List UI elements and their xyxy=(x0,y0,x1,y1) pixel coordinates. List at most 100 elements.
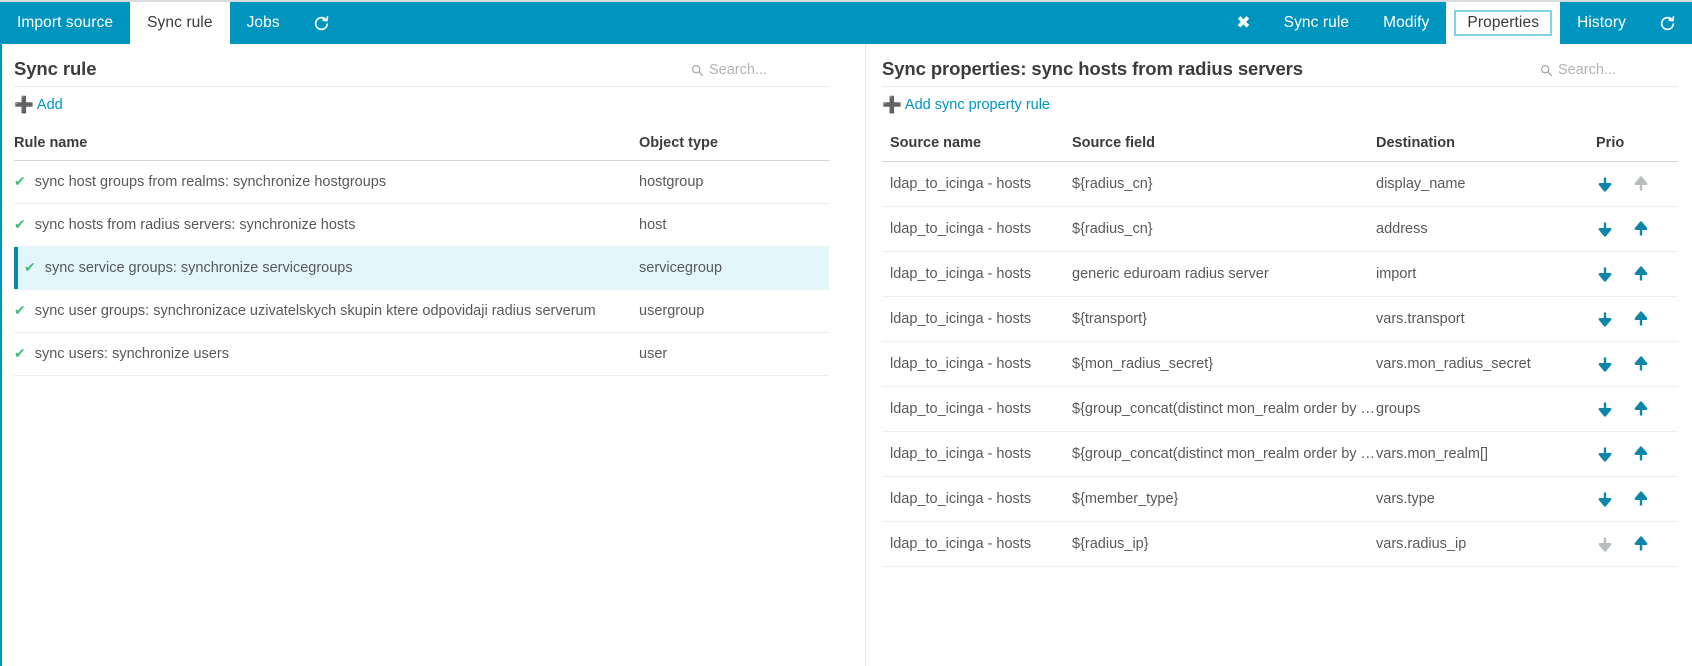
source-field-cell: ${group_concat(distinct mon_realm order … xyxy=(1072,431,1376,478)
prio-cell xyxy=(1596,431,1678,478)
prio-cell xyxy=(1596,161,1678,208)
left-tab-group: Import source Sync rule Jobs xyxy=(0,2,346,44)
source-name-cell: ldap_to_icinga - hosts xyxy=(882,521,1072,568)
move-up-icon[interactable] xyxy=(1632,355,1650,373)
check-icon: ✔ xyxy=(14,174,26,191)
table-row[interactable]: ldap_to_icinga - hosts ${radius_cn} addr… xyxy=(882,206,1678,253)
prio-cell xyxy=(1596,476,1678,523)
source-field-cell: ${mon_radius_secret} xyxy=(1072,341,1376,388)
destination-cell: groups xyxy=(1376,386,1596,433)
table-row[interactable]: ✔ sync hosts from radius servers: synchro… xyxy=(14,203,829,248)
top-navigation-bar: Import source Sync rule Jobs ✖ Sync rule… xyxy=(0,0,1692,44)
table-row[interactable]: ldap_to_icinga - hosts generic eduroam r… xyxy=(882,251,1678,298)
move-down-icon[interactable] xyxy=(1596,175,1614,193)
check-icon: ✔ xyxy=(14,303,26,320)
tab-import-source[interactable]: Import source xyxy=(0,2,130,44)
close-icon: ✖ xyxy=(1236,12,1251,33)
destination-cell: vars.radius_ip xyxy=(1376,521,1596,568)
table-row[interactable]: ldap_to_icinga - hosts ${group_concat(di… xyxy=(882,386,1678,433)
destination-cell: vars.type xyxy=(1376,476,1596,523)
tab-properties-label: Properties xyxy=(1454,10,1553,36)
table-row[interactable]: ldap_to_icinga - hosts ${mon_radius_secr… xyxy=(882,341,1678,388)
source-name-cell: ldap_to_icinga - hosts xyxy=(882,476,1072,523)
tab-properties[interactable]: Properties xyxy=(1446,2,1561,44)
source-field-cell: ${transport} xyxy=(1072,296,1376,343)
source-name-cell: ldap_to_icinga - hosts xyxy=(882,251,1072,298)
search-input[interactable] xyxy=(709,62,829,79)
tab-import-source-label: Import source xyxy=(17,14,114,32)
tab-modify[interactable]: Modify xyxy=(1366,2,1446,44)
destination-cell: vars.transport xyxy=(1376,296,1596,343)
move-down-icon[interactable] xyxy=(1596,355,1614,373)
source-field-cell: ${member_type} xyxy=(1072,476,1376,523)
add-sync-rule-button[interactable]: ➕ Add xyxy=(14,87,63,115)
sync-rule-table-body: ✔ sync host groups from realms: synchroni… xyxy=(14,160,829,377)
move-up-icon[interactable] xyxy=(1632,220,1650,238)
rule-name-text: sync users: synchronize users xyxy=(34,346,229,363)
page-title: Sync rule xyxy=(14,58,97,79)
table-row[interactable]: ✔ sync user groups: synchronizace uzivate… xyxy=(14,289,829,334)
prio-cell xyxy=(1596,206,1678,253)
sync-properties-panel-header: Sync properties: sync hosts from radius … xyxy=(882,44,1678,88)
sync-properties-panel: Sync properties: sync hosts from radius … xyxy=(866,44,1692,666)
table-row-selected[interactable]: ✔ sync service groups: synchronize servic… xyxy=(14,246,829,291)
tab-sync-rule-right-label: Sync rule xyxy=(1283,14,1350,32)
object-type-cell: usergroup xyxy=(639,289,829,334)
plus-icon: ➕ xyxy=(14,95,34,115)
search-input[interactable] xyxy=(1558,62,1678,79)
move-down-icon[interactable] xyxy=(1596,400,1614,418)
object-type-cell: hostgroup xyxy=(639,160,829,205)
move-up-icon[interactable] xyxy=(1632,265,1650,283)
move-down-icon[interactable] xyxy=(1596,490,1614,508)
move-up-icon[interactable] xyxy=(1632,400,1650,418)
rule-name-cell: ✔ sync host groups from realms: synchroni… xyxy=(14,160,639,205)
tab-sync-rule-right[interactable]: Sync rule xyxy=(1267,2,1367,44)
table-header-row: Rule name Object type xyxy=(14,135,829,162)
move-down-icon[interactable] xyxy=(1596,265,1614,283)
table-row[interactable]: ldap_to_icinga - hosts ${transport} vars… xyxy=(882,296,1678,343)
source-name-cell: ldap_to_icinga - hosts xyxy=(882,161,1072,208)
move-up-icon[interactable] xyxy=(1632,445,1650,463)
sync-properties-search[interactable] xyxy=(1540,62,1678,80)
content-area: Sync rule ➕ Add xyxy=(0,44,1692,666)
source-name-cell: ldap_to_icinga - hosts xyxy=(882,386,1072,433)
tab-jobs-label: Jobs xyxy=(246,14,280,32)
column-header-destination: Destination xyxy=(1376,135,1596,163)
table-row[interactable]: ldap_to_icinga - hosts ${group_concat(di… xyxy=(882,431,1678,478)
close-button[interactable]: ✖ xyxy=(1220,2,1266,44)
add-sync-property-rule-button[interactable]: ➕ Add sync property rule xyxy=(882,87,1050,114)
object-type-cell: servicegroup xyxy=(639,246,829,291)
source-name-cell: ldap_to_icinga - hosts xyxy=(882,296,1072,343)
rule-name-text: sync service groups: synchronize service… xyxy=(44,260,353,277)
move-down-icon[interactable] xyxy=(1596,310,1614,328)
destination-cell: import xyxy=(1376,251,1596,298)
source-name-cell: ldap_to_icinga - hosts xyxy=(882,341,1072,388)
destination-cell: display_name xyxy=(1376,161,1596,208)
move-down-icon[interactable] xyxy=(1596,220,1614,238)
refresh-button-right[interactable] xyxy=(1643,2,1692,44)
source-field-cell: ${radius_cn} xyxy=(1072,206,1376,253)
table-row[interactable]: ldap_to_icinga - hosts ${member_type} va… xyxy=(882,476,1678,523)
move-up-icon[interactable] xyxy=(1632,310,1650,328)
object-type-cell: user xyxy=(639,332,829,377)
check-icon: ✔ xyxy=(14,217,26,234)
table-row[interactable]: ldap_to_icinga - hosts ${radius_cn} disp… xyxy=(882,161,1678,208)
table-header-row: Source name Source field Destination Pri… xyxy=(882,135,1678,163)
column-header-source-name: Source name xyxy=(882,135,1072,163)
tab-sync-rule-left[interactable]: Sync rule xyxy=(130,2,230,44)
move-up-icon[interactable] xyxy=(1632,490,1650,508)
move-down-icon[interactable] xyxy=(1596,445,1614,463)
table-row[interactable]: ldap_to_icinga - hosts ${radius_ip} vars… xyxy=(882,521,1678,568)
tab-history[interactable]: History xyxy=(1560,2,1643,44)
move-up-icon-disabled xyxy=(1632,175,1650,193)
source-name-cell: ldap_to_icinga - hosts xyxy=(882,431,1072,478)
refresh-button-left[interactable] xyxy=(297,2,346,44)
move-up-icon[interactable] xyxy=(1632,535,1650,553)
tab-history-label: History xyxy=(1577,14,1626,32)
sync-rule-search[interactable] xyxy=(691,62,829,80)
table-row[interactable]: ✔ sync host groups from realms: synchroni… xyxy=(14,160,829,205)
check-icon: ✔ xyxy=(14,346,26,363)
tab-jobs[interactable]: Jobs xyxy=(230,2,297,44)
table-row[interactable]: ✔ sync users: synchronize users user xyxy=(14,332,829,377)
add-sync-rule-label: Add xyxy=(36,97,63,114)
